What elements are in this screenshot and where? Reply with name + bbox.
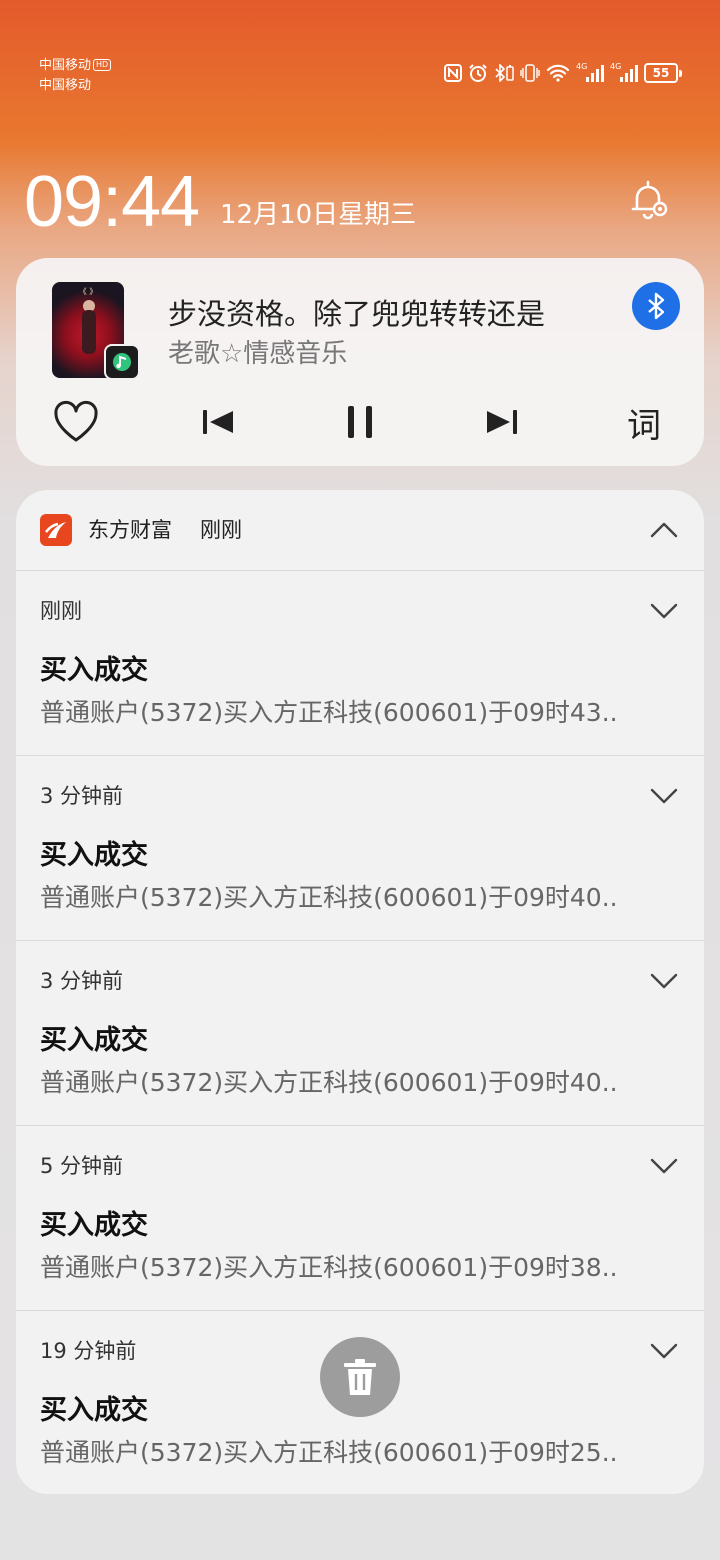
carrier-2: 中国移动 bbox=[39, 78, 92, 93]
chevron-up-icon bbox=[650, 522, 678, 538]
notification-title: 买入成交 bbox=[40, 840, 148, 871]
notification-time: 3 分钟前 bbox=[40, 784, 124, 808]
notification-time: 3 分钟前 bbox=[40, 969, 124, 993]
notification-time: 5 分钟前 bbox=[40, 1154, 124, 1178]
chevron-down-icon bbox=[650, 973, 678, 989]
hd-badge: HD bbox=[93, 59, 112, 71]
lyrics-button[interactable]: 词 bbox=[620, 398, 668, 446]
expand-button[interactable] bbox=[648, 1337, 680, 1365]
previous-icon bbox=[203, 410, 233, 434]
music-player-card[interactable]: 《 》 步没资格。除了兜兜转转还是 老歌☆情感音乐 词 bbox=[16, 258, 704, 466]
notification-time: 19 分钟前 bbox=[40, 1339, 137, 1363]
next-icon bbox=[487, 410, 517, 434]
signal-icon: 4G bbox=[576, 62, 604, 82]
notification-title: 买入成交 bbox=[40, 1210, 148, 1241]
favorite-button[interactable] bbox=[52, 398, 100, 446]
next-track-button[interactable] bbox=[478, 398, 526, 446]
alarm-icon bbox=[468, 62, 488, 84]
expand-button[interactable] bbox=[648, 782, 680, 810]
notification-body: 普通账户(5372)买入方正科技(600601)于09时40.. bbox=[40, 883, 618, 912]
battery-icon: 55 bbox=[644, 63, 682, 83]
song-title: 步没资格。除了兜兜转转还是 bbox=[168, 297, 546, 331]
group-time: 刚刚 bbox=[200, 518, 242, 542]
carrier-1: 中国移动 bbox=[39, 58, 92, 73]
notification-title: 买入成交 bbox=[40, 655, 148, 686]
bluetooth-status-icon bbox=[494, 62, 514, 84]
heart-icon bbox=[54, 400, 98, 442]
notification-title: 买入成交 bbox=[40, 1025, 148, 1056]
app-name: 东方财富 bbox=[88, 518, 172, 542]
eastmoney-app-icon bbox=[40, 514, 72, 546]
music-app-icon bbox=[104, 344, 140, 380]
notification-body: 普通账户(5372)买入方正科技(600601)于09时38.. bbox=[40, 1253, 618, 1282]
notification-item[interactable]: 刚刚 买入成交 普通账户(5372)买入方正科技(600601)于09时43.. bbox=[16, 571, 704, 756]
notification-time: 刚刚 bbox=[40, 599, 82, 623]
battery-level: 55 bbox=[644, 63, 678, 83]
notification-item[interactable]: 5 分钟前 买入成交 普通账户(5372)买入方正科技(600601)于09时3… bbox=[16, 1126, 704, 1311]
clock-date: 12月10日星期三 bbox=[220, 200, 417, 230]
status-icons: 4G 4G 55 bbox=[444, 62, 682, 84]
expand-button[interactable] bbox=[648, 1152, 680, 1180]
notification-body: 普通账户(5372)买入方正科技(600601)于09时40.. bbox=[40, 1068, 618, 1097]
wifi-icon bbox=[546, 62, 570, 84]
notification-body: 普通账户(5372)买入方正科技(600601)于09时43.. bbox=[40, 698, 618, 727]
bluetooth-icon bbox=[648, 292, 665, 320]
trash-icon bbox=[344, 1359, 376, 1395]
notification-item[interactable]: 3 分钟前 买入成交 普通账户(5372)买入方正科技(600601)于09时4… bbox=[16, 756, 704, 941]
notification-group-header[interactable]: 东方财富 刚刚 bbox=[16, 490, 704, 571]
expand-button[interactable] bbox=[648, 967, 680, 995]
expand-button[interactable] bbox=[648, 597, 680, 625]
pause-icon bbox=[348, 406, 372, 438]
previous-track-button[interactable] bbox=[194, 398, 242, 446]
collapse-button[interactable] bbox=[648, 516, 680, 544]
chevron-down-icon bbox=[650, 1158, 678, 1174]
chevron-down-icon bbox=[650, 1343, 678, 1359]
signal-icon: 4G bbox=[610, 62, 638, 82]
notification-body: 普通账户(5372)买入方正科技(600601)于09时25.. bbox=[40, 1438, 618, 1467]
bluetooth-output-button[interactable] bbox=[632, 282, 680, 330]
notification-title: 买入成交 bbox=[40, 1395, 148, 1426]
chevron-down-icon bbox=[650, 788, 678, 804]
notification-settings-icon[interactable] bbox=[624, 176, 672, 224]
vibrate-icon bbox=[520, 62, 540, 84]
nfc-icon bbox=[444, 62, 462, 84]
pause-button[interactable] bbox=[336, 398, 384, 446]
clock-time: 09:44 bbox=[24, 162, 200, 242]
clear-all-button[interactable] bbox=[320, 1337, 400, 1417]
carrier-info: 中国移动 HD 中国移动 bbox=[39, 56, 112, 96]
notification-item[interactable]: 3 分钟前 买入成交 普通账户(5372)买入方正科技(600601)于09时4… bbox=[16, 941, 704, 1126]
chevron-down-icon bbox=[650, 603, 678, 619]
song-artist: 老歌☆情感音乐 bbox=[168, 339, 348, 369]
